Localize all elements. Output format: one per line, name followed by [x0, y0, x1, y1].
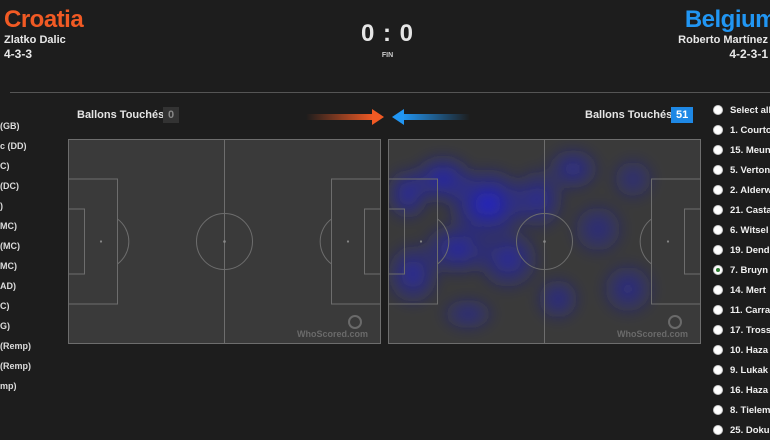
- radio-button[interactable]: [713, 405, 723, 415]
- home-player-item[interactable]: G): [0, 318, 60, 338]
- pitch-lines: WhoScored.com: [388, 139, 701, 344]
- player-label: 21. Casta: [730, 204, 770, 216]
- radio-button[interactable]: [713, 345, 723, 355]
- player-label: 9. Lukak: [730, 364, 769, 376]
- away-player-option[interactable]: 21. Casta: [713, 200, 770, 220]
- radio-button[interactable]: [713, 365, 723, 375]
- radio-button[interactable]: [713, 285, 723, 295]
- away-player-list: Select all 1. Courto 15. Meun 5. Verton 2. A…: [713, 100, 770, 440]
- player-label: 11. Carra: [730, 304, 770, 316]
- pitch-lines: WhoScored.com: [68, 139, 381, 344]
- radio-button[interactable]: [713, 165, 723, 175]
- away-arrow-left-icon: [392, 109, 470, 125]
- home-touches-count: 0: [163, 107, 180, 123]
- home-player-item[interactable]: mp): [0, 378, 60, 398]
- home-player-item[interactable]: MC): [0, 218, 60, 238]
- away-player-option[interactable]: 14. Mert: [713, 280, 770, 300]
- home-touches-label: Ballons Touchés:: [77, 109, 168, 121]
- whoscored-watermark: WhoScored.com: [617, 329, 688, 339]
- away-touches-count: 51: [671, 107, 694, 123]
- home-player-item[interactable]: ): [0, 198, 60, 218]
- radio-button[interactable]: [713, 185, 723, 195]
- home-player-item[interactable]: AD): [0, 278, 60, 298]
- home-coach: Zlatko Dalic: [4, 34, 66, 46]
- attack-direction-arrows: [306, 109, 470, 125]
- radio-button[interactable]: [713, 325, 723, 335]
- away-player-option[interactable]: 15. Meun: [713, 140, 770, 160]
- player-label: 25. Doku: [730, 424, 770, 436]
- radio-button[interactable]: [713, 425, 723, 435]
- home-player-item[interactable]: c (DD): [0, 138, 60, 158]
- home-player-item[interactable]: C): [0, 298, 60, 318]
- player-label: 2. Alderw: [730, 184, 770, 196]
- player-label: 15. Meun: [730, 144, 770, 156]
- home-team-name[interactable]: Croatia: [4, 6, 84, 34]
- player-label: 1. Courto: [730, 124, 770, 136]
- whoscored-watermark: WhoScored.com: [297, 329, 368, 339]
- select-all-option[interactable]: Select all: [713, 100, 770, 120]
- radio-button[interactable]: [713, 105, 723, 115]
- match-header: Croatia Zlatko Dalic 4-3-3 0 : 0 FIN Bel…: [0, 0, 770, 92]
- radio-button[interactable]: [713, 385, 723, 395]
- home-player-item[interactable]: (GB): [0, 118, 60, 138]
- home-player-item[interactable]: (DC): [0, 178, 60, 198]
- match-score: 0 : 0: [360, 20, 415, 47]
- away-formation: 4-2-3-1: [729, 47, 768, 61]
- home-team-block: Croatia Zlatko Dalic 4-3-3: [4, 6, 84, 62]
- home-formation: 4-3-3: [4, 47, 33, 61]
- away-player-option[interactable]: 10. Haza: [713, 340, 770, 360]
- home-player-item[interactable]: (Remp): [0, 358, 60, 378]
- radio-button[interactable]: [713, 145, 723, 155]
- away-player-option[interactable]: 16. Haza: [713, 380, 770, 400]
- home-player-item[interactable]: (MC): [0, 238, 60, 258]
- away-player-option[interactable]: 8. Tielem: [713, 400, 770, 420]
- player-label: 14. Mert: [730, 284, 766, 296]
- player-label: 10. Haza: [730, 344, 769, 356]
- away-player-option[interactable]: 25. Doku: [713, 420, 770, 440]
- away-player-option[interactable]: 19. Dend: [713, 240, 770, 260]
- away-player-option[interactable]: 7. Bruyn: [713, 260, 770, 280]
- player-label: 7. Bruyn: [730, 264, 769, 276]
- match-status: FIN: [381, 52, 394, 59]
- away-team-name[interactable]: Belgium: [678, 6, 770, 34]
- radio-button[interactable]: [713, 205, 723, 215]
- radio-button[interactable]: [713, 265, 723, 275]
- away-player-option[interactable]: 5. Verton: [713, 160, 770, 180]
- player-label: 17. Tross: [730, 324, 770, 336]
- away-player-option[interactable]: 2. Alderw: [713, 180, 770, 200]
- home-player-item[interactable]: (Remp): [0, 338, 60, 358]
- player-label: 16. Haza: [730, 384, 769, 396]
- home-player-item[interactable]: C): [0, 158, 60, 178]
- player-label: Select all: [730, 104, 770, 116]
- header-divider: [10, 92, 770, 93]
- home-player-list: (GB) c (DD) C) (DC)) MC) (MC) MC) AD) C) G) (Remp)…: [0, 118, 60, 398]
- away-heatmap-pitch: WhoScored.com: [388, 139, 701, 344]
- player-label: 5. Verton: [730, 164, 770, 176]
- away-player-option[interactable]: 1. Courto: [713, 120, 770, 140]
- away-player-option[interactable]: 9. Lukak: [713, 360, 770, 380]
- radio-button[interactable]: [713, 225, 723, 235]
- away-team-block: Belgium Roberto Martínez 4-2-3-1: [678, 6, 770, 62]
- radio-button[interactable]: [713, 125, 723, 135]
- player-label: 6. Witsel: [730, 224, 769, 236]
- away-player-option[interactable]: 11. Carra: [713, 300, 770, 320]
- radio-button[interactable]: [713, 305, 723, 315]
- away-player-option[interactable]: 6. Witsel: [713, 220, 770, 240]
- player-label: 8. Tielem: [730, 404, 770, 416]
- home-player-item[interactable]: MC): [0, 258, 60, 278]
- away-player-option[interactable]: 17. Tross: [713, 320, 770, 340]
- away-touches-label: Ballons Touchés:: [585, 109, 676, 121]
- radio-button[interactable]: [713, 245, 723, 255]
- away-coach: Roberto Martínez: [678, 34, 768, 46]
- home-heatmap-pitch: WhoScored.com: [68, 139, 381, 344]
- player-label: 19. Dend: [730, 244, 770, 256]
- home-arrow-right-icon: [306, 109, 384, 125]
